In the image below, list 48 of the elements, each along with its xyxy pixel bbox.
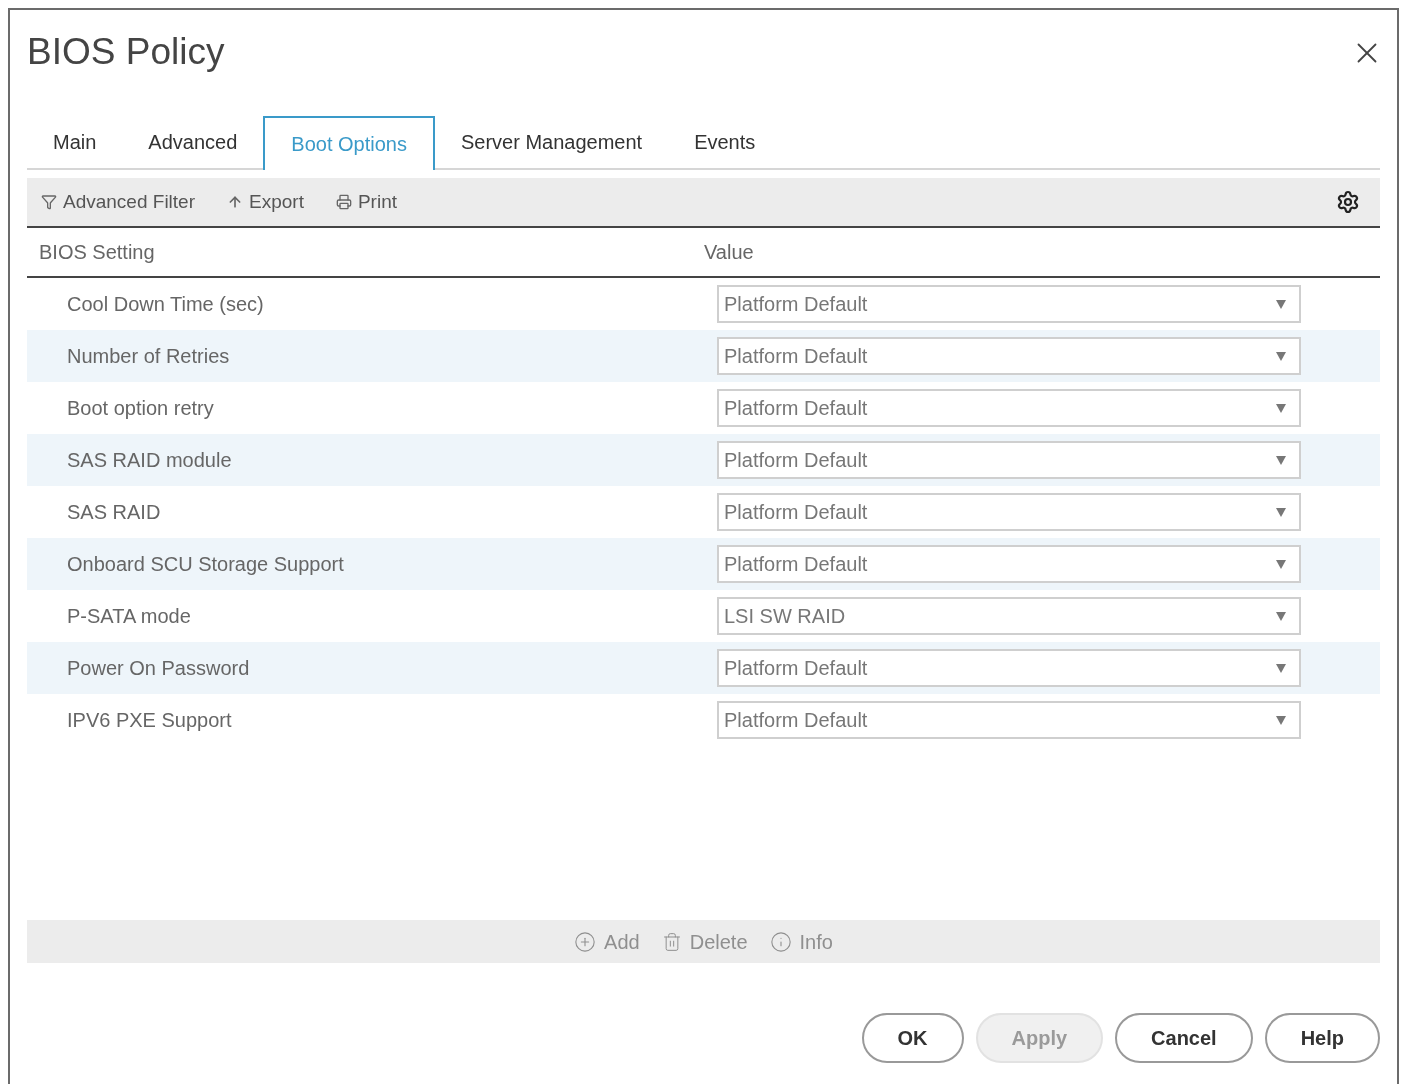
- info-icon: [769, 930, 792, 953]
- tab[interactable]: Events: [668, 116, 782, 168]
- table-cell-text: Cool Down Time (sec): [66, 292, 265, 317]
- value-dropdown[interactable]: Platform Default: [717, 441, 1301, 479]
- dialog-button[interactable]: OK: [861, 1013, 964, 1063]
- toolbar-button[interactable]: Print: [335, 187, 397, 217]
- column-header: Value: [704, 240, 754, 265]
- value-dropdown[interactable]: Platform Default: [717, 545, 1301, 583]
- settings-icon[interactable]: [1336, 190, 1360, 214]
- table-cell-text: Number of Retries: [66, 344, 231, 369]
- printer-icon: [335, 194, 352, 210]
- value-dropdown[interactable]: Platform Default: [717, 285, 1301, 323]
- value-dropdown[interactable]: Platform Default: [717, 493, 1301, 531]
- table-cell-text: Power On Password: [66, 656, 251, 681]
- dropdown-arrow-icon: [1275, 662, 1287, 674]
- tab[interactable]: Advanced: [122, 116, 264, 168]
- tab[interactable]: Main: [27, 116, 123, 168]
- value-dropdown[interactable]: Platform Default: [717, 649, 1301, 687]
- dropdown-arrow-icon: [1275, 610, 1287, 622]
- toolbar-button[interactable]: Advanced Filter: [41, 187, 195, 217]
- toolbar-button[interactable]: Export: [227, 187, 304, 217]
- table-cell-text: Onboard SCU Storage Support: [66, 552, 345, 577]
- dropdown-arrow-icon: [1275, 402, 1287, 414]
- dropdown-arrow-icon: [1275, 298, 1287, 310]
- value-dropdown[interactable]: Platform Default: [717, 701, 1301, 739]
- dropdown-arrow-icon: [1275, 558, 1287, 570]
- table-cell-text: SAS RAID: [66, 500, 162, 525]
- tab[interactable]: Boot Options: [263, 116, 435, 170]
- dialog-button[interactable]: Cancel: [1115, 1013, 1253, 1063]
- tab[interactable]: Server Management: [434, 116, 669, 168]
- dropdown-arrow-icon: [1275, 350, 1287, 362]
- table-cell-text: Boot option retry: [66, 396, 215, 421]
- table-cell-text: IPV6 PXE Support: [66, 708, 233, 733]
- dropdown-arrow-icon: [1275, 454, 1287, 466]
- filter-icon: [41, 194, 57, 210]
- value-dropdown[interactable]: LSI SW RAID: [717, 597, 1301, 635]
- add-icon: [574, 930, 597, 953]
- column-header: BIOS Setting: [38, 240, 156, 265]
- dropdown-arrow-icon: [1275, 714, 1287, 726]
- dropdown-arrow-icon: [1275, 506, 1287, 518]
- table-cell-text: SAS RAID module: [66, 448, 233, 473]
- value-dropdown[interactable]: Platform Default: [717, 389, 1301, 427]
- trash-icon: [661, 931, 682, 952]
- arrow-up-icon: [227, 194, 243, 210]
- dialog-button[interactable]: Help: [1264, 1013, 1380, 1063]
- value-dropdown[interactable]: Platform Default: [717, 337, 1301, 375]
- table-cell-text: P-SATA mode: [66, 604, 192, 629]
- dialog-title: BIOS Policy: [27, 32, 225, 72]
